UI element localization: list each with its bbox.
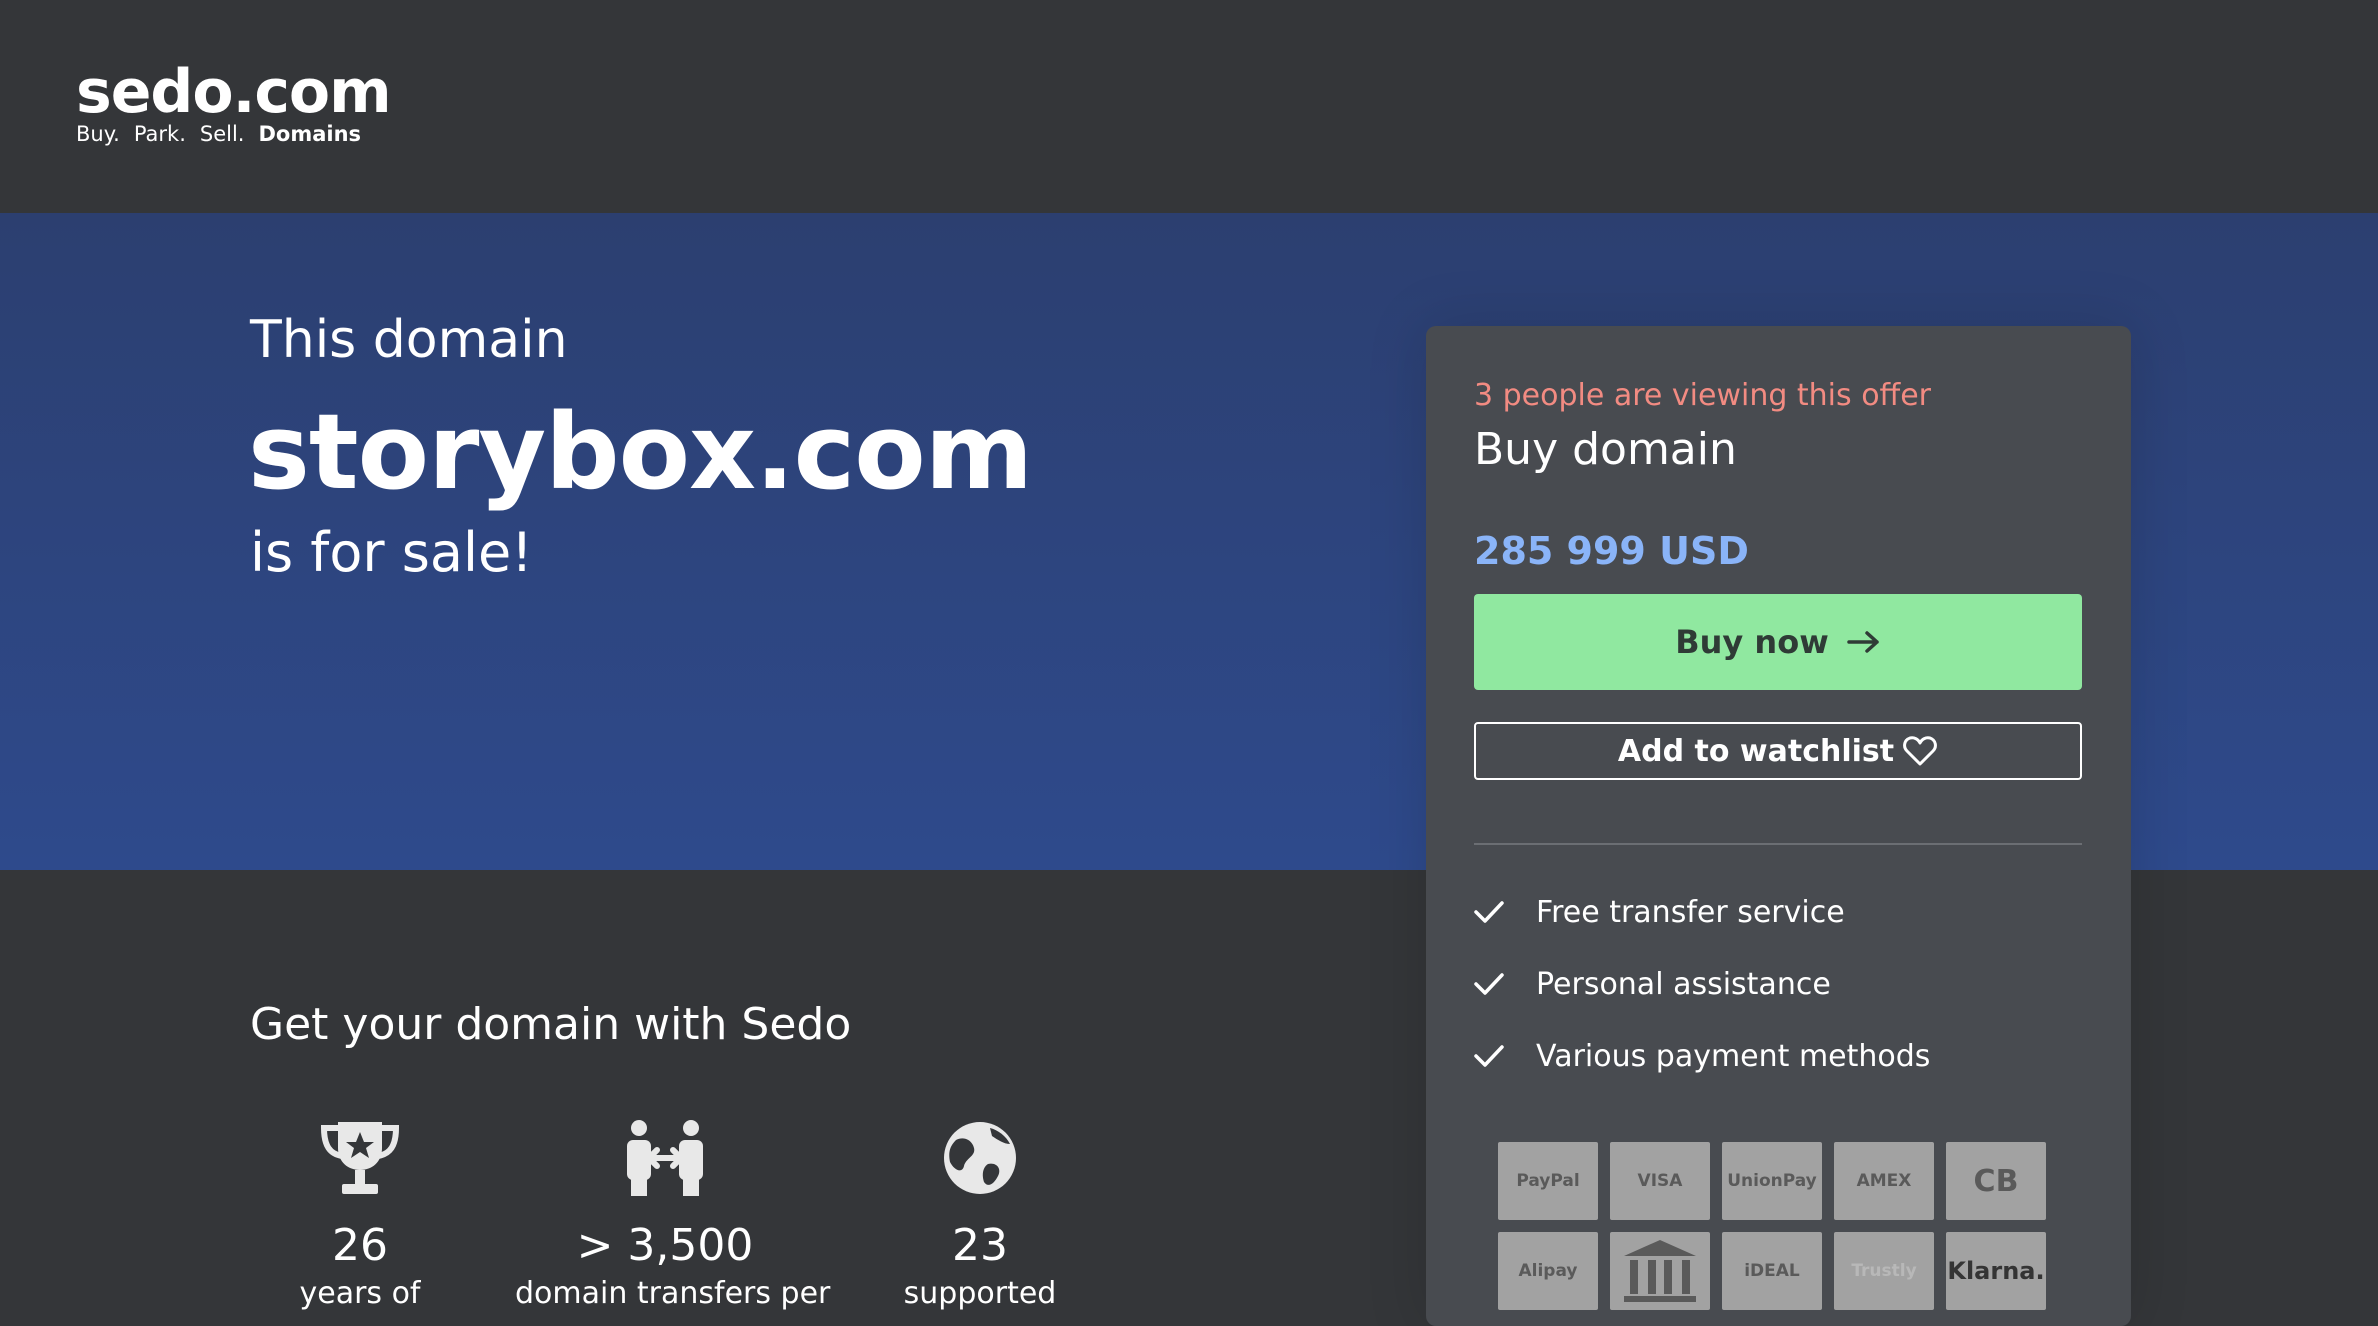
stat-label: supported xyxy=(903,1276,1057,1311)
transfer-icon xyxy=(627,1120,703,1196)
feature-item: Personal assistance xyxy=(1474,960,1831,1008)
heart-icon xyxy=(1903,736,1937,766)
tagline-buy: Buy. xyxy=(76,122,120,146)
stat-value: 26 xyxy=(332,1220,388,1271)
stat-label: years of xyxy=(299,1276,421,1311)
feature-label: Free transfer service xyxy=(1536,894,1845,930)
logo-tagline: Buy. Park. Sell. Domains xyxy=(76,122,391,146)
buy-now-label: Buy now xyxy=(1675,623,1829,661)
globe-icon xyxy=(944,1122,1016,1194)
site-header: sedo.com Buy. Park. Sell. Domains xyxy=(0,0,2378,213)
feature-label: Personal assistance xyxy=(1536,966,1831,1002)
domain-name: storybox.com xyxy=(248,391,1033,513)
tagline-park: Park. xyxy=(133,122,186,146)
arrow-right-icon xyxy=(1847,631,1879,653)
stat-languages: 23 supported xyxy=(830,1118,1130,1314)
hero-pre-text: This domain xyxy=(250,310,568,370)
ideal-logo: iDEAL xyxy=(1722,1232,1822,1310)
tagline-sell: Sell. xyxy=(199,122,245,146)
price: 285 999 USD xyxy=(1474,529,1749,573)
viewers-notice: 3 people are viewing this offer xyxy=(1474,378,1932,413)
stat-years: 26 years of xyxy=(210,1118,510,1314)
card-title: Buy domain xyxy=(1474,424,1737,475)
paypal-logo: PayPal xyxy=(1498,1142,1598,1220)
trustly-logo: Trustly xyxy=(1834,1232,1934,1310)
hero-post-text: is for sale! xyxy=(250,521,533,584)
card-divider xyxy=(1474,843,2082,845)
sedo-logo[interactable]: sedo.com Buy. Park. Sell. Domains xyxy=(76,57,392,146)
section-title: Get your domain with Sedo xyxy=(250,999,852,1050)
add-to-watchlist-button[interactable]: Add to watchlist xyxy=(1474,722,2082,780)
check-icon xyxy=(1474,1045,1504,1067)
check-icon xyxy=(1474,901,1504,923)
bank-icon xyxy=(1624,1240,1696,1302)
stat-value: > 3,500 xyxy=(576,1220,754,1271)
feature-item: Various payment methods xyxy=(1474,1032,1930,1080)
stat-transfers: > 3,500 domain transfers per xyxy=(515,1118,831,1314)
bank-transfer-icon xyxy=(1610,1232,1710,1310)
watchlist-label: Add to watchlist xyxy=(1617,733,1895,769)
unionpay-logo: UnionPay xyxy=(1722,1142,1822,1220)
alipay-logo: Alipay xyxy=(1498,1232,1598,1310)
stat-value: 23 xyxy=(952,1220,1008,1271)
buy-now-button[interactable]: Buy now xyxy=(1474,594,2082,690)
visa-mastercard-logo: VISA xyxy=(1610,1142,1710,1220)
trophy-icon xyxy=(320,1122,400,1194)
cb-logo: CB xyxy=(1946,1142,2046,1220)
feature-label: Various payment methods xyxy=(1536,1038,1931,1074)
buy-domain-card: 3 people are viewing this offer Buy doma… xyxy=(1426,326,2131,1326)
tagline-domains: Domains xyxy=(258,122,362,146)
feature-item: Free transfer service xyxy=(1474,888,1845,936)
amex-logo: AMEX xyxy=(1834,1142,1934,1220)
logo-wordmark: sedo.com xyxy=(76,57,392,127)
stat-label: domain transfers per xyxy=(515,1276,831,1311)
klarna-logo: Klarna. xyxy=(1946,1232,2046,1310)
check-icon xyxy=(1474,973,1504,995)
